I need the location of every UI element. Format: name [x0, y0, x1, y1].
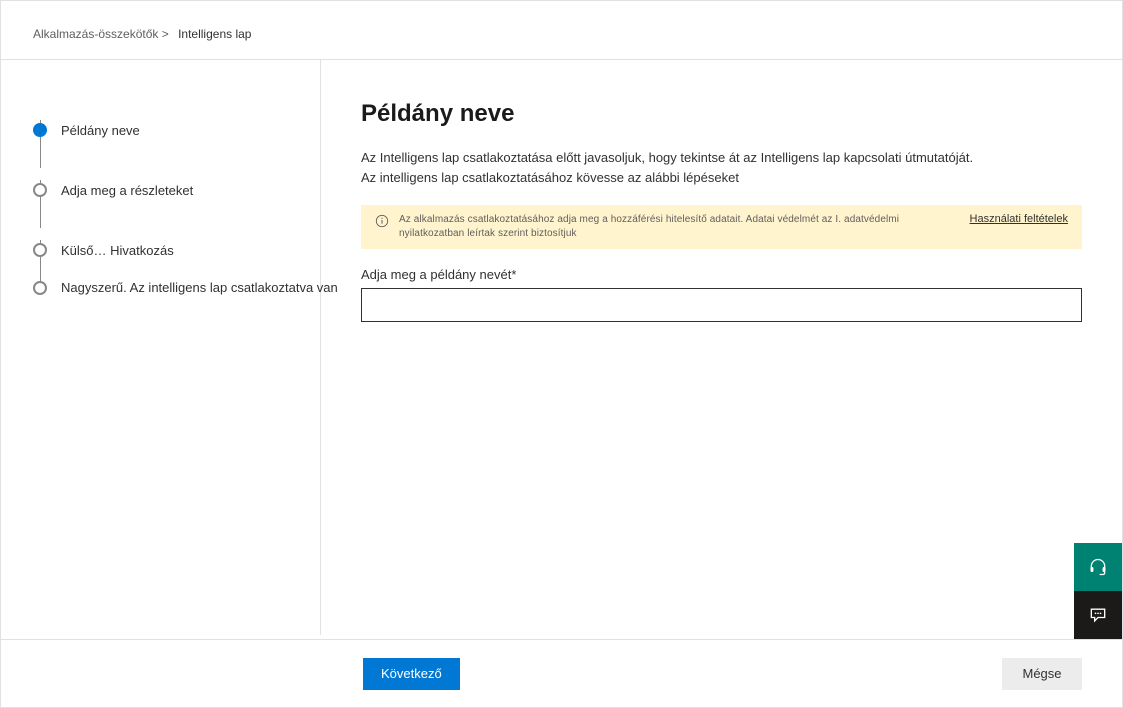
step-dot-icon [33, 123, 47, 137]
wizard-stepper: Példány neve Adja meg a részleteket Küls… [1, 60, 321, 635]
info-icon [375, 213, 389, 231]
instance-name-input[interactable] [361, 288, 1082, 322]
next-button[interactable]: Következő [363, 658, 460, 690]
step-label: Adja meg a részleteket [61, 183, 193, 198]
cancel-button[interactable]: Mégse [1002, 658, 1082, 690]
instance-name-label: Adja meg a példány nevét* [361, 267, 1082, 282]
headset-icon [1088, 557, 1108, 577]
step-enter-details[interactable]: Adja meg a részleteket [33, 160, 304, 220]
floating-actions [1074, 543, 1122, 639]
page-title: Példány neve [361, 100, 1082, 128]
step-label: Külső… Hivatkozás [61, 243, 174, 258]
step-label: Nagyszerű. Az intelligens lap csatlakozt… [61, 280, 338, 295]
step-dot-icon [33, 281, 47, 295]
breadcrumb-parent[interactable]: Alkalmazás-összekötők > [33, 27, 169, 41]
step-connected[interactable]: Nagyszerű. Az intelligens lap csatlakozt… [33, 280, 304, 295]
step-dot-icon [33, 243, 47, 257]
support-button[interactable] [1074, 543, 1122, 591]
step-external-link[interactable]: Külső… Hivatkozás [33, 220, 304, 280]
info-banner-text: Az alkalmazás csatlakoztatásához adja me… [399, 213, 948, 241]
terms-link[interactable]: Használati feltételek [970, 213, 1068, 225]
chat-icon [1088, 605, 1108, 625]
intro-text-2: Az intelligens lap csatlakoztatásához kö… [361, 168, 1082, 188]
wizard-footer: Következő Mégse [1, 639, 1122, 707]
step-dot-icon [33, 183, 47, 197]
wizard-content: Példány neve Az Intelligens lap csatlako… [321, 60, 1122, 635]
info-banner: Az alkalmazás csatlakoztatásához adja me… [361, 205, 1082, 249]
step-label: Példány neve [61, 123, 140, 138]
feedback-button[interactable] [1074, 591, 1122, 639]
breadcrumb-current: Intelligens lap [178, 27, 251, 41]
breadcrumb: Alkalmazás-összekötők > Intelligens lap [1, 1, 1122, 59]
step-instance-name[interactable]: Példány neve [33, 100, 304, 160]
intro-text-1: Az Intelligens lap csatlakoztatása előtt… [361, 148, 1082, 168]
